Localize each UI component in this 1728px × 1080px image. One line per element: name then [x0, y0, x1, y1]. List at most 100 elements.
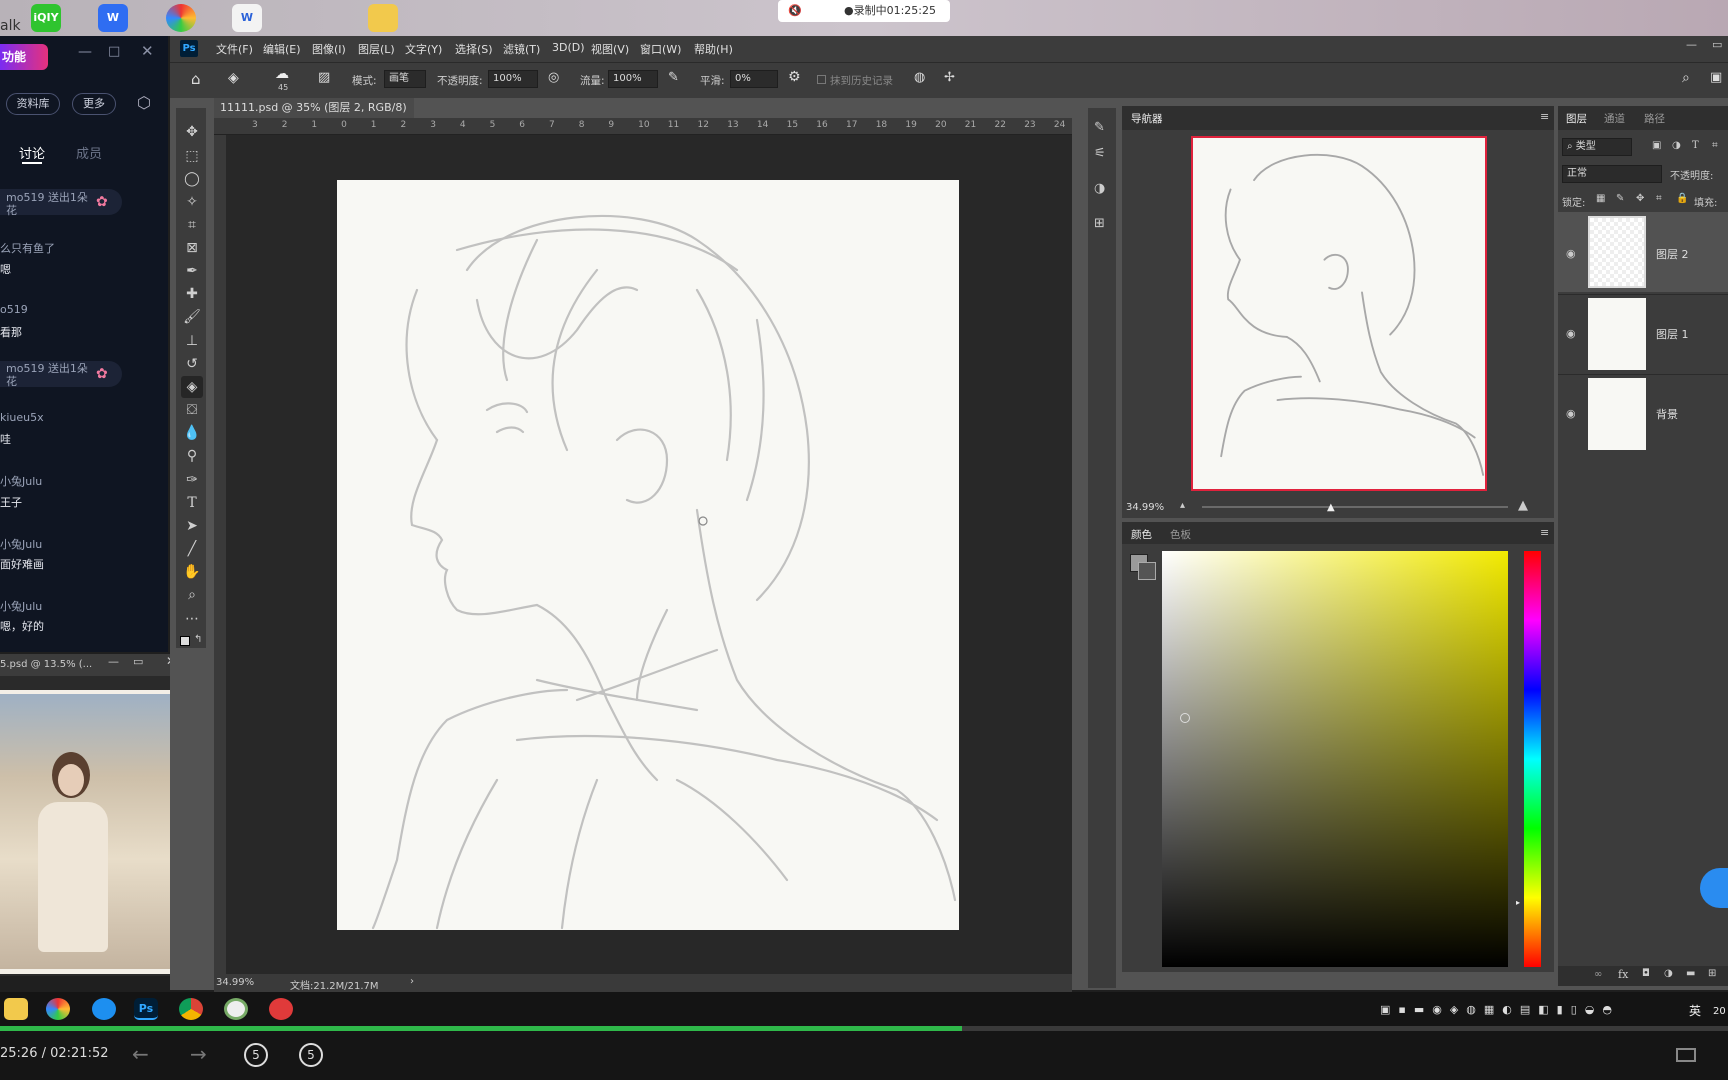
speaker-muted-icon[interactable]: 🔇 [788, 0, 802, 22]
line-tool-icon[interactable]: ╱ [183, 540, 201, 558]
settings-hex-icon[interactable]: ⬡ [137, 93, 151, 112]
dodge-tool-icon[interactable]: ⚲ [183, 447, 201, 465]
lasso-tool-icon[interactable]: ◯ [183, 170, 201, 188]
filter-shape-icon[interactable]: ⌗ [1712, 140, 1718, 151]
type-tool-icon[interactable]: T [183, 494, 201, 512]
system-tray-icons[interactable]: ▣▪▬◉◈◍▦◐▤◧▮▯◒◓ [1380, 1003, 1680, 1017]
hue-slider-thumb[interactable]: ▸ [1516, 898, 1520, 907]
visibility-eye-icon[interactable]: ◉ [1566, 247, 1576, 260]
menu-select[interactable]: 选择(S) [455, 41, 493, 57]
zoom-slider-thumb[interactable]: ▲ [1327, 502, 1335, 513]
erase-history-checkbox[interactable] [817, 75, 826, 84]
healing-brush-icon[interactable]: ✚ [183, 285, 201, 303]
navigator-tab[interactable]: 导航器 [1131, 111, 1163, 126]
adjustments-panel-icon[interactable]: ⚟ [1094, 146, 1106, 161]
library-button[interactable]: 资料库 [6, 93, 60, 115]
blend-mode-select[interactable]: 正常 [1562, 165, 1662, 183]
chrome-icon[interactable] [179, 998, 203, 1020]
link-layers-icon[interactable]: ∞ [1594, 969, 1602, 980]
paint-bucket-icon[interactable]: ⛋ [183, 401, 201, 419]
group-folder-icon[interactable]: ▬ [1686, 968, 1695, 979]
properties-panel-icon[interactable]: ⊞ [1094, 216, 1105, 231]
channels-tab[interactable]: 通道 [1604, 111, 1625, 126]
word-doc-icon[interactable]: W [232, 4, 262, 32]
menu-filter[interactable]: 滤镜(T) [503, 41, 540, 57]
fullscreen-icon[interactable] [1676, 1048, 1696, 1062]
frame-tool-icon[interactable]: ⊠ [183, 239, 201, 257]
tab-discussion[interactable]: 讨论 [19, 143, 45, 162]
wps-icon[interactable]: W [98, 4, 128, 32]
eyedropper-icon[interactable]: ✒ [183, 262, 201, 280]
visibility-eye-icon[interactable]: ◉ [1566, 407, 1576, 420]
panel-menu-icon[interactable]: ≡ [1540, 110, 1549, 123]
background-swatch[interactable] [1138, 562, 1156, 580]
zoom-out-icon[interactable]: ▴ [1180, 500, 1185, 511]
symmetry-icon[interactable]: ✢ [944, 70, 955, 85]
navigator-preview[interactable] [1191, 136, 1487, 491]
hand-tool-icon[interactable]: ✋ [183, 563, 201, 581]
more-tools-icon[interactable]: ⋯ [183, 610, 201, 628]
colorful-app-taskbar-icon[interactable] [46, 998, 70, 1020]
crop-tool-icon[interactable]: ⌗ [183, 216, 201, 234]
mode-select[interactable]: 画笔 [384, 70, 426, 88]
iqiyi-icon[interactable]: iQIY [31, 4, 61, 32]
layer-name[interactable]: 背景 [1656, 406, 1678, 422]
recorder-app-icon[interactable] [224, 998, 248, 1020]
pen-tool-icon[interactable]: ✑ [183, 471, 201, 489]
visibility-eye-icon[interactable]: ◉ [1566, 327, 1576, 340]
ps-maximize-icon[interactable]: ▭ [1712, 38, 1722, 51]
photoshop-taskbar-icon[interactable]: Ps [134, 998, 158, 1020]
brush-preset-icon[interactable]: ☁ [275, 66, 289, 82]
zoom-slider-track[interactable] [1202, 506, 1508, 508]
path-select-icon[interactable]: ➤ [183, 517, 201, 535]
file-explorer-icon[interactable] [4, 998, 28, 1020]
adjustment-layer-icon[interactable]: ◑ [1664, 968, 1673, 979]
opacity-input[interactable]: 100% [488, 70, 538, 88]
more-button[interactable]: 更多 [72, 93, 116, 115]
color-panel-icon[interactable]: ◑ [1094, 181, 1105, 196]
minimize-icon[interactable]: — [78, 44, 92, 60]
drawing-canvas[interactable] [337, 180, 959, 930]
zoom-in-icon[interactable]: ▲ [1518, 498, 1528, 513]
move-tool-icon[interactable]: ✥ [183, 123, 201, 141]
airbrush-icon[interactable]: ✎ [668, 70, 679, 85]
mask-icon[interactable]: ◘ [1642, 968, 1650, 979]
color-picker-cursor[interactable] [1180, 713, 1190, 723]
menu-image[interactable]: 图像(I) [312, 41, 346, 57]
marquee-tool-icon[interactable]: ⬚ [183, 147, 201, 165]
panel-menu-icon[interactable]: ≡ [1540, 526, 1549, 539]
folder-icon[interactable] [368, 4, 398, 32]
workspace-icon[interactable]: ▣ [1710, 70, 1722, 85]
minimize-icon[interactable]: — [108, 655, 119, 668]
stamp-tool-icon[interactable]: ⊥ [183, 332, 201, 350]
edge-browser-icon[interactable] [92, 998, 116, 1020]
blur-tool-icon[interactable]: 💧 [183, 424, 201, 442]
eraser-tool-icon[interactable]: ◈ [228, 70, 239, 86]
magic-wand-icon[interactable]: ✧ [183, 193, 201, 211]
brush-settings-panel-icon[interactable]: ✎ [1094, 120, 1105, 135]
skip-forward-5-icon[interactable]: 5 [299, 1043, 323, 1067]
document-tab[interactable]: 11111.psd @ 35% (图层 2, RGB/8) * ✕ [214, 98, 414, 134]
pressure-opacity-icon[interactable]: ◎ [548, 70, 559, 85]
swatches-tab[interactable]: 色板 [1170, 527, 1191, 542]
menu-3d[interactable]: 3D(D) [552, 41, 585, 54]
layers-tab[interactable]: 图层 [1566, 111, 1587, 126]
layer-filter-select[interactable]: ⌕ 类型 [1562, 138, 1632, 156]
smoothing-input[interactable]: 0% [730, 70, 778, 88]
input-language[interactable]: 英 [1689, 1002, 1701, 1019]
swap-colors-icon[interactable]: ↰ [194, 634, 202, 645]
search-icon[interactable]: ⌕ [1682, 70, 1690, 86]
paths-tab[interactable]: 路径 [1644, 111, 1665, 126]
colorful-app-icon[interactable] [166, 4, 196, 32]
brush-tool-icon[interactable]: 🖌 [183, 308, 201, 326]
flow-input[interactable]: 100% [608, 70, 658, 88]
maximize-icon[interactable]: ▭ [133, 655, 143, 668]
hue-slider[interactable] [1524, 551, 1541, 967]
filter-type-icon[interactable]: T [1692, 140, 1699, 151]
ps-minimize-icon[interactable]: — [1686, 38, 1697, 51]
lock-transparent-icon[interactable]: ▦ [1596, 193, 1605, 204]
foreground-color-swatch[interactable] [180, 636, 190, 646]
menu-help[interactable]: 帮助(H) [694, 41, 733, 57]
new-layer-icon[interactable]: ⊞ [1708, 968, 1716, 979]
tab-members[interactable]: 成员 [76, 143, 102, 162]
